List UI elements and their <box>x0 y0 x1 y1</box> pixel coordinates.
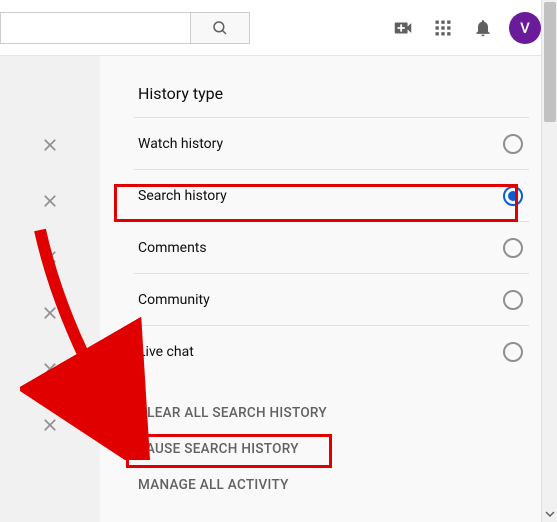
radio-icon <box>503 134 523 154</box>
option-label: Community <box>138 292 210 308</box>
option-label: Search history <box>138 188 227 204</box>
apps-button[interactable] <box>423 8 463 48</box>
history-type-option-search[interactable]: Search history <box>134 169 529 221</box>
create-video-button[interactable] <box>383 8 423 48</box>
remove-history-item[interactable] <box>41 360 59 382</box>
close-icon <box>41 360 59 378</box>
radio-icon <box>503 290 523 310</box>
avatar[interactable]: V <box>509 12 541 44</box>
history-type-option-livechat[interactable]: Live chat <box>134 325 529 377</box>
option-label: Watch history <box>138 136 223 152</box>
scrollbar-down-arrow-icon[interactable] <box>542 506 557 522</box>
search-container <box>0 12 250 44</box>
search-input[interactable] <box>0 12 190 44</box>
close-icon <box>41 192 59 210</box>
remove-history-item[interactable] <box>41 304 59 326</box>
option-label: Comments <box>138 240 207 256</box>
close-icon <box>41 416 59 434</box>
remove-history-item[interactable] <box>41 192 59 214</box>
history-list-column <box>0 56 100 522</box>
main: History type Watch history Search histor… <box>0 56 557 522</box>
panel-title: History type <box>134 84 529 103</box>
history-actions: CLEAR ALL SEARCH HISTORY PAUSE SEARCH HI… <box>134 395 529 503</box>
radio-icon <box>503 342 523 362</box>
history-type-option-community[interactable]: Community <box>134 273 529 325</box>
notifications-button[interactable] <box>463 8 503 48</box>
remove-history-item[interactable] <box>41 248 59 270</box>
search-icon <box>211 19 229 37</box>
history-type-option-comments[interactable]: Comments <box>134 221 529 273</box>
close-icon <box>41 136 59 154</box>
scrollbar-thumb[interactable] <box>544 2 556 122</box>
option-label: Live chat <box>138 344 194 360</box>
remove-history-item[interactable] <box>41 136 59 158</box>
close-icon <box>41 304 59 322</box>
avatar-letter: V <box>520 19 530 37</box>
vertical-scrollbar[interactable] <box>541 0 557 522</box>
history-type-panel: History type Watch history Search histor… <box>100 56 557 522</box>
bell-icon <box>473 18 493 38</box>
clear-all-search-history-link[interactable]: CLEAR ALL SEARCH HISTORY <box>134 395 529 431</box>
radio-icon <box>503 238 523 258</box>
manage-all-activity-link[interactable]: MANAGE ALL ACTIVITY <box>134 467 529 503</box>
apps-grid-icon <box>433 18 453 38</box>
radio-icon <box>503 186 523 206</box>
search-button[interactable] <box>190 12 250 44</box>
history-type-option-watch[interactable]: Watch history <box>134 117 529 169</box>
pause-search-history-link[interactable]: PAUSE SEARCH HISTORY <box>134 431 529 467</box>
remove-history-item[interactable] <box>41 416 59 438</box>
header: V <box>0 0 557 56</box>
video-plus-icon <box>392 17 414 39</box>
close-icon <box>41 248 59 266</box>
